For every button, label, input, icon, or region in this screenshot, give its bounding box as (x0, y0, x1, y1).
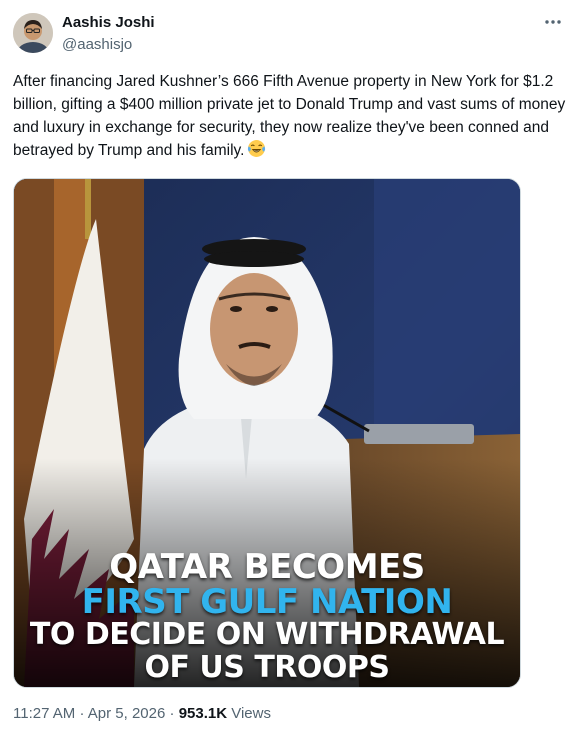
face-with-tears-of-joy-icon (248, 140, 266, 157)
caption-line-4: OF US TROOPS (144, 650, 390, 685)
tweet-date: Apr 5, 2026 (87, 705, 166, 722)
separator: · (169, 705, 175, 722)
views-label: Views (231, 705, 271, 722)
more-horizontal-icon (545, 20, 561, 24)
caption-line-1: QATAR BECOMES (109, 547, 425, 587)
caption-line-2: FIRST GULF NATION (81, 582, 453, 622)
author-handle[interactable]: @aashisjo (62, 35, 132, 55)
tweet-time: 11:27 AM (13, 705, 76, 722)
avatar[interactable] (13, 13, 53, 53)
author-display-name[interactable]: Aashis Joshi (62, 13, 155, 33)
tweet-metadata: 11:27 AM · Apr 5, 2026 · 953.1K Views (13, 704, 271, 724)
avatar-image (13, 13, 53, 53)
more-options-button[interactable] (541, 12, 565, 32)
separator: · (79, 705, 85, 722)
caption-line-3: TO DECIDE ON WITHDRAWAL (29, 617, 505, 652)
tweet-timestamp-link[interactable]: 11:27 AM · Apr 5, 2026 (13, 705, 165, 722)
views-count: 953.1K (178, 705, 228, 722)
tweet-media-image[interactable]: QATAR BECOMES FIRST GULF NATION TO DECID… (13, 178, 521, 688)
tweet-text-body: After financing Jared Kushner’s 666 Fift… (13, 73, 566, 159)
tweet-text: After financing Jared Kushner’s 666 Fift… (13, 70, 569, 162)
